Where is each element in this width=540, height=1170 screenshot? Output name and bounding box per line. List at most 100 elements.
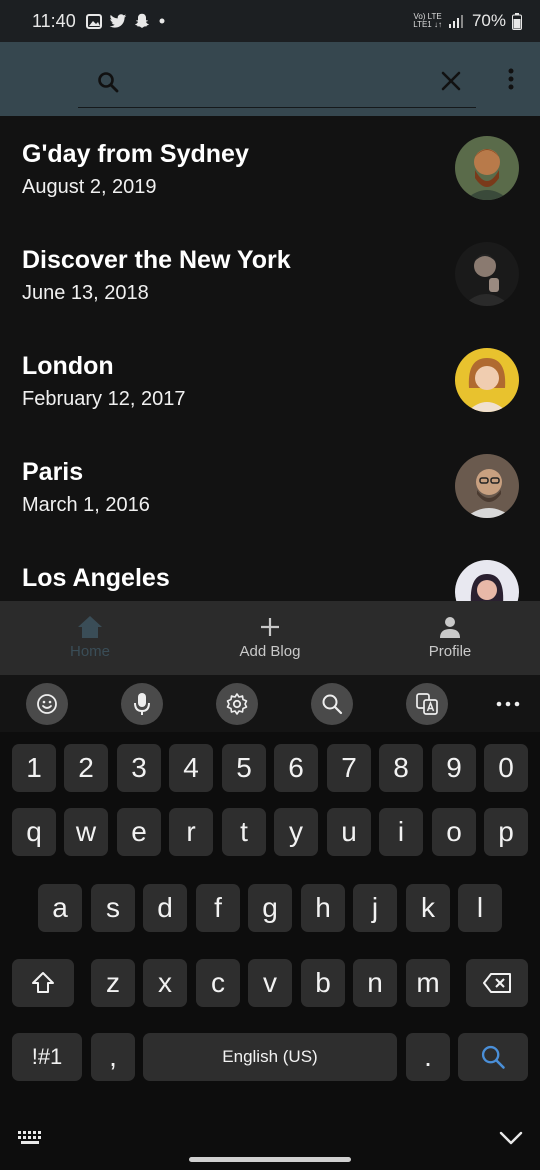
home-indicator[interactable] xyxy=(189,1157,351,1162)
key-m[interactable]: m xyxy=(406,959,450,1007)
key-f[interactable]: f xyxy=(196,884,240,932)
nav-profile-label: Profile xyxy=(428,643,472,660)
post-title: London xyxy=(22,352,114,380)
post-title: Paris xyxy=(22,458,84,486)
shift-icon xyxy=(32,972,54,993)
nav-add-blog-label: Add Blog xyxy=(239,643,301,660)
key-2[interactable]: 2 xyxy=(64,744,108,792)
post-title: G'day from Sydney xyxy=(22,140,249,168)
emoji-icon[interactable] xyxy=(26,683,68,725)
key-d[interactable]: d xyxy=(143,884,187,932)
search-app-bar xyxy=(0,42,540,116)
key-t[interactable]: t xyxy=(222,808,266,856)
mic-icon[interactable] xyxy=(121,683,163,725)
key-e[interactable]: e xyxy=(117,808,161,856)
nav-profile[interactable]: Profile xyxy=(360,601,540,675)
key-h[interactable]: h xyxy=(301,884,345,932)
key-q[interactable]: q xyxy=(12,808,56,856)
key-6[interactable]: 6 xyxy=(274,744,318,792)
list-item[interactable]: G'day from Sydney August 2, 2019 xyxy=(0,116,540,222)
key-w[interactable]: w xyxy=(64,808,108,856)
key-n[interactable]: n xyxy=(353,959,397,1007)
signal-icon xyxy=(448,15,463,28)
key-7[interactable]: 7 xyxy=(327,744,371,792)
key-b[interactable]: b xyxy=(301,959,345,1007)
post-date: March 1, 2016 xyxy=(22,494,150,516)
blog-list: G'day from Sydney August 2, 2019 Discove… xyxy=(0,116,540,601)
key-i[interactable]: i xyxy=(379,808,423,856)
key-l[interactable]: l xyxy=(458,884,502,932)
space-key[interactable]: English (US) xyxy=(143,1033,397,1081)
list-item[interactable]: Paris March 1, 2016 xyxy=(0,434,540,540)
snapchat-icon xyxy=(134,13,149,28)
avatar xyxy=(455,348,519,412)
search-field xyxy=(78,56,476,108)
key-a[interactable]: a xyxy=(38,884,82,932)
status-time: 11:40 xyxy=(32,10,76,31)
nav-add-blog[interactable]: Add Blog xyxy=(180,601,360,675)
search-enter-key[interactable] xyxy=(458,1033,528,1081)
post-date: August 2, 2019 xyxy=(22,176,157,198)
avatar xyxy=(455,136,519,200)
key-3[interactable]: 3 xyxy=(117,744,161,792)
key-x[interactable]: x xyxy=(143,959,187,1007)
status-bar: 11:40 Vo) LTE LTE1 ↓↑ 70% xyxy=(0,0,540,42)
keyboard-switch-icon[interactable] xyxy=(16,1128,44,1148)
key-c[interactable]: c xyxy=(196,959,240,1007)
key-4[interactable]: 4 xyxy=(169,744,213,792)
keyboard-toolbar xyxy=(0,675,540,732)
list-item[interactable]: Discover the New York June 13, 2018 xyxy=(0,222,540,328)
keyboard: 1 2 3 4 5 6 7 8 9 0 q w e r t y u i o p … xyxy=(0,732,540,1170)
key-k[interactable]: k xyxy=(406,884,450,932)
search-icon[interactable] xyxy=(311,683,353,725)
search-input[interactable] xyxy=(126,62,426,102)
key-z[interactable]: z xyxy=(91,959,135,1007)
period-key[interactable]: . xyxy=(406,1033,450,1081)
settings-icon[interactable] xyxy=(216,683,258,725)
symbols-key[interactable]: !#1 xyxy=(12,1033,82,1081)
bottom-navigation: Home Add Blog Profile xyxy=(0,601,540,675)
twitter-icon xyxy=(109,13,126,28)
more-horiz-icon[interactable] xyxy=(488,691,528,717)
comma-key[interactable]: , xyxy=(91,1033,135,1081)
gallery-icon xyxy=(85,13,102,29)
backspace-key[interactable] xyxy=(466,959,528,1007)
key-v[interactable]: v xyxy=(248,959,292,1007)
translate-icon[interactable] xyxy=(406,683,448,725)
key-1[interactable]: 1 xyxy=(12,744,56,792)
home-icon xyxy=(78,616,102,638)
key-j[interactable]: j xyxy=(353,884,397,932)
key-p[interactable]: p xyxy=(484,808,528,856)
chevron-down-icon[interactable] xyxy=(496,1126,526,1150)
key-g[interactable]: g xyxy=(248,884,292,932)
avatar xyxy=(455,454,519,518)
shift-key[interactable] xyxy=(12,959,74,1007)
avatar xyxy=(455,560,519,601)
avatar xyxy=(455,242,519,306)
key-0[interactable]: 0 xyxy=(484,744,528,792)
search-icon xyxy=(481,1045,505,1069)
post-title: Los Angeles xyxy=(22,564,170,592)
key-9[interactable]: 9 xyxy=(432,744,476,792)
plus-icon xyxy=(261,618,279,636)
list-item[interactable]: Los Angeles xyxy=(0,540,540,601)
search-icon[interactable] xyxy=(94,68,122,96)
nav-home-label: Home xyxy=(69,643,110,660)
status-system-icons: Vo) LTE LTE1 ↓↑ 70% xyxy=(413,11,522,31)
post-date: June 13, 2018 xyxy=(22,282,149,304)
backspace-icon xyxy=(483,973,511,993)
list-item[interactable]: London February 12, 2017 xyxy=(0,328,540,434)
key-y[interactable]: y xyxy=(274,808,318,856)
post-date: February 12, 2017 xyxy=(22,388,186,410)
key-8[interactable]: 8 xyxy=(379,744,423,792)
nav-home[interactable]: Home xyxy=(0,601,180,675)
close-icon[interactable] xyxy=(436,66,466,96)
network-type-bottom: LTE1 ↓↑ xyxy=(413,20,442,29)
key-u[interactable]: u xyxy=(327,808,371,856)
key-r[interactable]: r xyxy=(169,808,213,856)
person-icon xyxy=(440,617,460,638)
key-5[interactable]: 5 xyxy=(222,744,266,792)
more-vert-icon[interactable] xyxy=(498,64,524,94)
key-o[interactable]: o xyxy=(432,808,476,856)
key-s[interactable]: s xyxy=(91,884,135,932)
